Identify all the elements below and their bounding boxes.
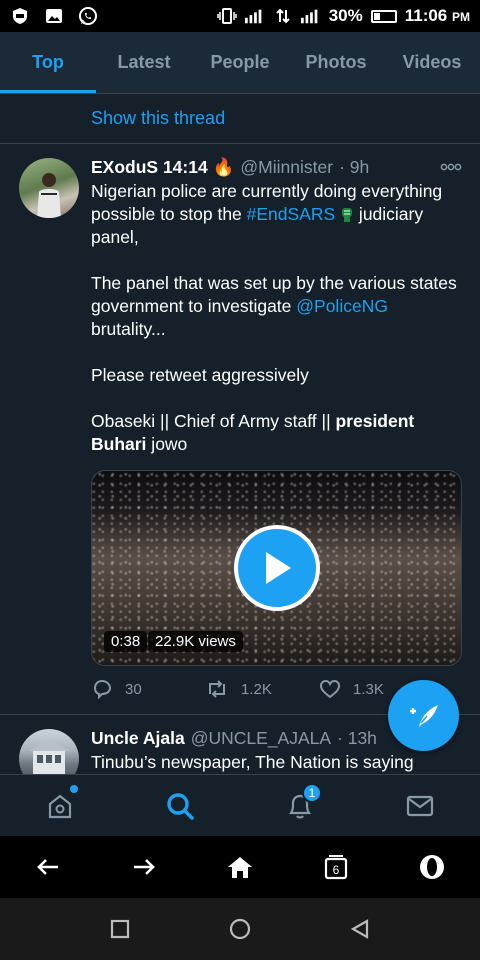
- heart-icon: [319, 679, 341, 699]
- video-views: 22.9K views: [148, 631, 243, 652]
- compose-icon: [409, 704, 438, 727]
- house-icon: [228, 857, 252, 878]
- avatar[interactable]: [19, 729, 79, 774]
- tab-top[interactable]: Top: [0, 32, 96, 93]
- tweet-time: · 13h: [337, 728, 377, 748]
- opera-menu-button[interactable]: [384, 836, 480, 898]
- tab-people[interactable]: People: [192, 32, 288, 93]
- tab-photos[interactable]: Photos: [288, 32, 384, 93]
- home-system-button[interactable]: [180, 898, 300, 960]
- recents-button[interactable]: [60, 898, 180, 960]
- author-handle[interactable]: @UNCLE_AJALA: [191, 727, 331, 749]
- new-content-dot: [70, 785, 78, 793]
- signal-icon: [300, 7, 321, 25]
- tweet-text: Nigerian police are currently doing ever…: [91, 181, 457, 454]
- signal-icon: [244, 7, 265, 25]
- nav-messages[interactable]: [360, 775, 480, 836]
- tabs-button[interactable]: 6: [288, 836, 384, 898]
- tweet-time: · 9h: [339, 157, 370, 177]
- tweet[interactable]: EXoduS 14:14 🔥 @Miinnister · 9h Nigerian…: [0, 144, 480, 712]
- retweet-button[interactable]: 1.2K: [205, 679, 319, 699]
- search-tabs: Top Latest People Photos Videos: [0, 32, 480, 94]
- triangle-back-icon: [350, 919, 369, 939]
- timeline: Show this thread EXoduS 14:14 🔥 @Miinnis…: [0, 94, 480, 774]
- battery-icon: [370, 9, 397, 23]
- back-button[interactable]: [0, 836, 96, 898]
- bottom-nav: 1: [0, 774, 480, 836]
- reply-icon: [93, 679, 112, 699]
- reply-button[interactable]: 30: [91, 679, 205, 699]
- clock: 11:06 PM: [404, 6, 470, 25]
- retweet-icon: [209, 680, 225, 698]
- nav-notifications[interactable]: 1: [240, 775, 360, 836]
- notification-badge: 1: [302, 783, 322, 803]
- nav-search[interactable]: [120, 775, 240, 836]
- tab-latest[interactable]: Latest: [96, 32, 192, 93]
- browser-toolbar: 6: [0, 836, 480, 898]
- whatsapp-icon: [78, 7, 98, 25]
- nav-home[interactable]: [0, 775, 120, 836]
- square-icon: [110, 919, 130, 939]
- video-duration: 0:38: [104, 631, 148, 652]
- status-bar: 30% 11:06 PM: [0, 0, 480, 32]
- opera-icon: [420, 855, 444, 879]
- system-navigation: [0, 898, 480, 960]
- battery-percent: 30%: [328, 6, 363, 25]
- back-system-button[interactable]: [300, 898, 420, 960]
- tweet-text: Tinubu’s newspaper, The Nation is saying: [91, 752, 414, 772]
- author-name[interactable]: EXoduS 14:14 🔥: [91, 156, 234, 178]
- fist-emoji-icon: [340, 204, 354, 224]
- home-icon: [48, 794, 72, 818]
- tab-videos[interactable]: Videos: [384, 32, 480, 93]
- avatar[interactable]: [19, 158, 79, 218]
- gallery-icon: [44, 7, 64, 25]
- retweet-count: 1.2K: [241, 680, 272, 698]
- mail-icon: [406, 795, 434, 816]
- author-name[interactable]: Uncle Ajala: [91, 727, 185, 749]
- play-button[interactable]: [234, 525, 320, 611]
- vpn-shield-icon: [10, 7, 30, 25]
- home-button[interactable]: [192, 836, 288, 898]
- data-transfer-icon: [273, 7, 293, 25]
- video-player[interactable]: 0:38 22.9K views: [91, 470, 462, 666]
- hashtag-link[interactable]: #EndSARS: [247, 204, 336, 224]
- arrow-right-icon: [134, 859, 155, 875]
- compose-tweet-button[interactable]: [388, 680, 459, 751]
- forward-button[interactable]: [96, 836, 192, 898]
- show-thread-link[interactable]: Show this thread: [0, 94, 480, 144]
- reply-count: 30: [125, 680, 142, 698]
- tabs-icon: 6: [324, 855, 348, 880]
- mention-link[interactable]: @PoliceNG: [296, 296, 388, 316]
- more-options-icon[interactable]: [440, 158, 462, 176]
- vibrate-icon: [216, 7, 237, 25]
- circle-icon: [229, 918, 251, 940]
- arrow-left-icon: [37, 859, 58, 875]
- author-handle[interactable]: @Miinnister: [240, 156, 333, 178]
- like-count: 1.3K: [353, 680, 384, 698]
- tab-count: 6: [333, 863, 340, 877]
- search-icon: [167, 792, 194, 820]
